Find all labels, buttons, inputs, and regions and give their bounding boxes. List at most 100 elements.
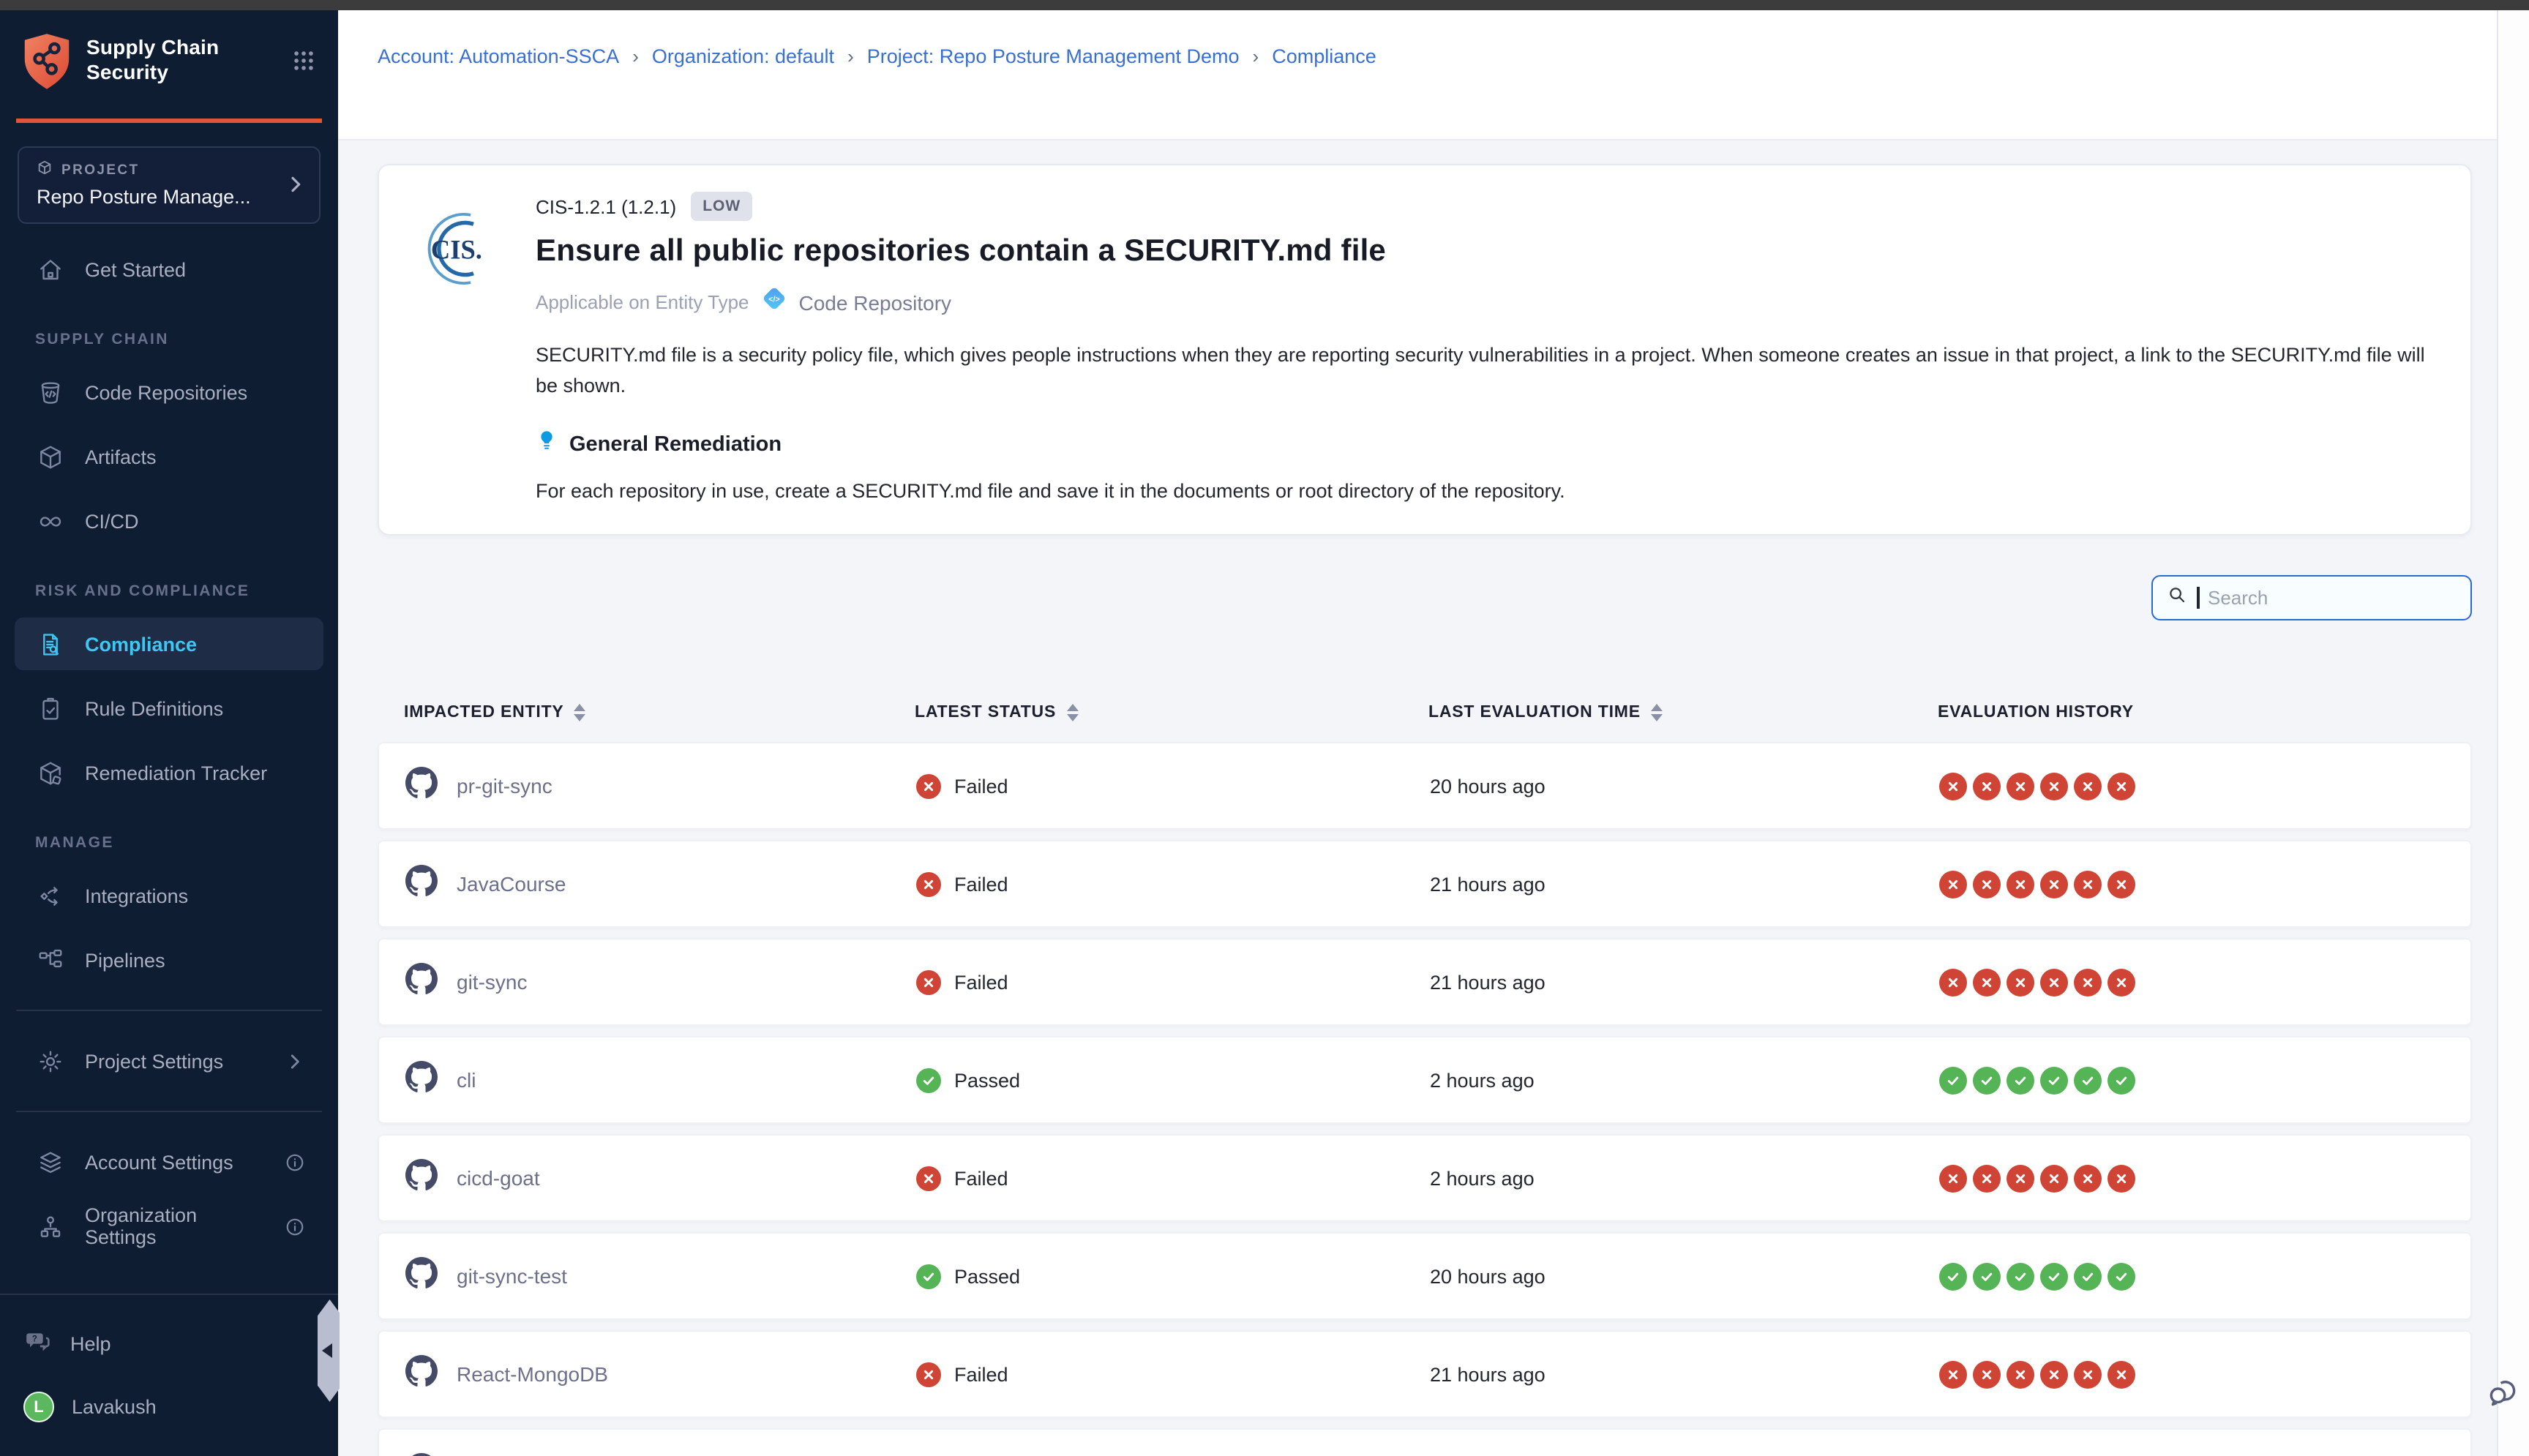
breadcrumb-link-compliance[interactable]: Compliance [1272, 45, 1376, 67]
cis-logo: CIS. [419, 206, 492, 534]
table-row[interactable]: cliPassed2 hours ago [378, 1036, 2472, 1124]
cube-icon [37, 160, 53, 180]
github-icon [405, 1256, 438, 1296]
sort-icon[interactable] [1066, 704, 1078, 721]
breadcrumb-link-organization[interactable]: Organization: default [652, 45, 834, 67]
evaluation-fail-icon [2040, 1164, 2068, 1192]
lightbulb-icon [536, 429, 558, 461]
sort-icon[interactable] [1651, 704, 1663, 721]
user-name: Lavakush [72, 1396, 157, 1418]
evaluation-fail-icon [1939, 772, 1967, 800]
evaluation-fail-icon [1973, 1360, 2001, 1388]
sidebar-item-pipelines[interactable]: Pipelines [15, 934, 323, 986]
status-passed-icon [916, 1264, 941, 1288]
sidebar-item-code-repositories[interactable]: Code Repositories [15, 366, 323, 419]
sidebar-collapse-handle[interactable] [318, 1299, 340, 1402]
sidebar-item-label: Rule Definitions [85, 697, 223, 719]
sidebar-footer: ? Help L Lavakush [0, 1294, 338, 1456]
status-passed-icon [916, 1067, 941, 1092]
column-header-label: LAST EVALUATION TIME [1428, 704, 1641, 721]
table-row[interactable]: React-MongoDBFailed21 hours ago [378, 1330, 2472, 1418]
info-icon[interactable] [284, 1151, 306, 1173]
last-evaluation-time-cell: 2 hours ago [1430, 1167, 1939, 1189]
column-header-latest-status[interactable]: LATEST STATUS [915, 704, 1428, 721]
evaluation-pass-icon [1939, 1262, 1967, 1290]
sidebar-item-compliance[interactable]: Compliance [15, 618, 323, 670]
search-box[interactable] [2151, 575, 2472, 620]
table-body: pr-git-syncFailed20 hours ago JavaCourse F… [378, 742, 2472, 1456]
sort-icon[interactable] [574, 704, 586, 721]
column-header-impacted-entity[interactable]: IMPACTED ENTITY [404, 704, 915, 721]
entity-name-link[interactable]: git-sync [457, 970, 527, 994]
sidebar-settings: Project Settings Account Settings Organiza… [0, 1010, 338, 1253]
entity-name-link[interactable]: JavaCourse [457, 872, 566, 896]
org-hierarchy-icon [35, 1212, 64, 1241]
breadcrumb-link-account[interactable]: Account: Automation-SSCA [378, 45, 619, 67]
evaluation-fail-icon [2074, 870, 2102, 898]
evaluation-pass-icon [2040, 1066, 2068, 1094]
integrations-icon [35, 881, 64, 910]
status-label: Failed [954, 1167, 1008, 1189]
evaluation-fail-icon [2108, 870, 2135, 898]
table-row[interactable]: git-syncFailed21 hours ago [378, 938, 2472, 1026]
grid-icon[interactable] [291, 48, 316, 80]
sidebar-item-label: CI/CD [85, 510, 139, 532]
info-icon[interactable] [284, 1215, 306, 1237]
artifacts-icon [35, 442, 64, 471]
chat-support-icon[interactable] [2484, 1370, 2525, 1411]
sidebar-item-label: Account Settings [85, 1151, 233, 1173]
evaluation-fail-icon [2074, 1360, 2102, 1388]
compliance-icon [35, 629, 64, 658]
avatar: L [23, 1392, 54, 1422]
table-row-partial[interactable]: Passed [378, 1428, 2472, 1456]
table-row[interactable]: JavaCourseFailed21 hours ago [378, 840, 2472, 928]
entity-name-link[interactable]: pr-git-sync [457, 774, 552, 798]
entity-name-link[interactable]: git-sync-test [457, 1264, 567, 1288]
breadcrumb-link-project[interactable]: Project: Repo Posture Management Demo [867, 45, 1240, 67]
sidebar-item-organization-settings[interactable]: Organization Settings [15, 1200, 323, 1253]
entity-type-label: Code Repository [799, 290, 952, 314]
user-menu[interactable]: L Lavakush [0, 1392, 338, 1422]
sidebar-section-header-manage: MANAGE [0, 834, 338, 852]
table-row[interactable]: pr-git-syncFailed20 hours ago [378, 742, 2472, 830]
column-header-label: LATEST STATUS [915, 704, 1056, 721]
evaluation-fail-icon [2007, 968, 2034, 996]
brand-underline [16, 119, 322, 123]
evaluation-fail-icon [2007, 772, 2034, 800]
sidebar-item-ci-cd[interactable]: CI/CD [15, 495, 323, 547]
sidebar-item-remediation-tracker[interactable]: Remediation Tracker [15, 746, 323, 799]
evaluation-pass-icon [1973, 1066, 2001, 1094]
sidebar-item-artifacts[interactable]: Artifacts [15, 430, 323, 483]
sidebar-item-project-settings[interactable]: Project Settings [15, 1035, 323, 1087]
github-icon [405, 864, 438, 904]
entity-name-link[interactable]: cicd-goat [457, 1166, 540, 1190]
status-label: Failed [954, 873, 1008, 895]
evaluation-fail-icon [2074, 968, 2102, 996]
project-eyebrow-label: PROJECT [61, 162, 140, 178]
remediation-tracker-icon [35, 758, 64, 787]
search-input[interactable] [2208, 587, 2427, 609]
sidebar-item-integrations[interactable]: Integrations [15, 869, 323, 922]
sidebar-item-get-started[interactable]: Get Started [15, 243, 323, 296]
impacted-entity-cell: pr-git-sync [405, 766, 916, 806]
home-icon [35, 255, 64, 284]
status-label: Failed [954, 1363, 1008, 1385]
table-row[interactable]: git-sync-testPassed20 hours ago [378, 1232, 2472, 1320]
entity-name-link[interactable]: cli [457, 1068, 476, 1092]
right-scroll-strip[interactable] [2497, 10, 2529, 1456]
github-icon [405, 1354, 438, 1394]
evaluation-fail-icon [2040, 772, 2068, 800]
search-row [378, 575, 2472, 620]
entity-name-link[interactable]: React-MongoDB [457, 1362, 608, 1386]
sidebar-item-rule-definitions[interactable]: Rule Definitions [15, 682, 323, 735]
status-failed-icon [916, 969, 941, 994]
breadcrumb-separator: › [1253, 45, 1259, 67]
sidebar-item-account-settings[interactable]: Account Settings [15, 1136, 323, 1188]
project-selector[interactable]: PROJECT Repo Posture Manage... [18, 146, 321, 224]
svg-text:?: ? [32, 1334, 37, 1343]
column-header-last-evaluation-time[interactable]: LAST EVALUATION TIME [1428, 704, 1938, 721]
table-row[interactable]: cicd-goat Failed 2 hours ago [378, 1134, 2472, 1222]
sidebar-item-help[interactable]: ? Help [0, 1327, 338, 1361]
status-label: Passed [954, 1069, 1020, 1091]
evaluation-fail-icon [2040, 870, 2068, 898]
